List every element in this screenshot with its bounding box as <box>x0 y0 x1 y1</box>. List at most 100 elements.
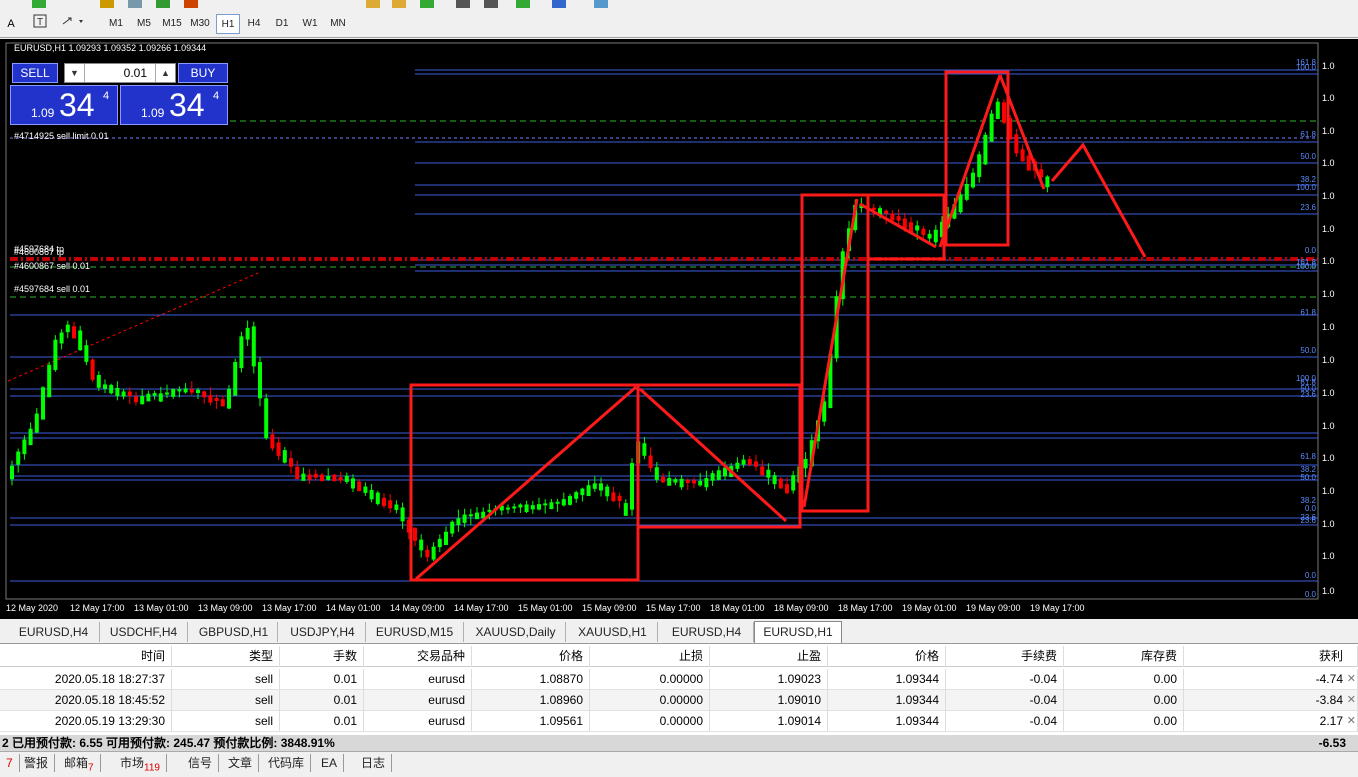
buy-button[interactable]: BUY <box>178 63 228 83</box>
indicators-icon[interactable] <box>516 0 530 8</box>
price-chart[interactable]: #4714925 sell limit 0.01#4597684 tp#4600… <box>0 39 1358 619</box>
toolbar: A T M1 M5 M15 M30 H1 H4 D1 W1 MN <box>0 0 1358 38</box>
candle-body <box>28 428 33 446</box>
price-axis-label: 1.0 <box>1322 61 1335 71</box>
lot-input[interactable]: 0.01 <box>87 64 151 82</box>
candle-body <box>642 443 647 456</box>
lot-stepper[interactable]: ▼ 0.01 ▲ <box>64 63 176 83</box>
candle-body <box>313 473 318 478</box>
buy-price-box[interactable]: 1.09 34 4 <box>120 85 228 125</box>
account-summary: 2 已用预付款: 6.55 可用预付款: 245.47 预付款比例: 3848.… <box>0 735 1358 751</box>
table-row[interactable]: 2020.05.18 18:45:52 sell 0.01 eurusd 1.08960… <box>0 690 1358 711</box>
chart-shift-icon[interactable] <box>456 0 470 8</box>
candle-body <box>375 492 380 505</box>
x-axis-label: 19 May 01:00 <box>902 603 957 613</box>
sell-button[interactable]: SELL <box>12 63 58 83</box>
symbol-tab[interactable]: EURUSD,M15 <box>366 622 464 642</box>
candle-body <box>778 478 783 489</box>
terminal-tab-label: EA <box>321 756 338 770</box>
table-row[interactable]: 2020.05.19 13:29:30 sell 0.01 eurusd 1.09561… <box>0 711 1358 732</box>
autotrade-icon[interactable] <box>184 0 198 8</box>
close-order-icon[interactable]: ✕ <box>1347 690 1356 711</box>
terminal-tab[interactable]: 警报 <box>18 754 56 772</box>
table-cell: 1.09561 <box>472 711 590 732</box>
candle-body <box>189 389 194 393</box>
table-cell: 0.00 <box>1064 711 1184 732</box>
lot-down-button[interactable]: ▼ <box>65 64 85 82</box>
column-header: 价格 <box>472 646 590 667</box>
lot-up-button[interactable]: ▲ <box>155 64 175 82</box>
symbol-tab[interactable]: EURUSD,H4 <box>660 622 754 642</box>
timeframe-m1[interactable]: M1 <box>104 14 128 34</box>
zoom-out-icon[interactable] <box>392 0 406 8</box>
terminal-tab[interactable]: 市场119 <box>114 754 167 773</box>
candle-body <box>47 364 52 398</box>
chart-window[interactable]: #4714925 sell limit 0.01 #4597684 tp #4600… <box>0 39 1358 619</box>
x-axis-label: 15 May 01:00 <box>518 603 573 613</box>
annotation-arrow <box>638 387 788 523</box>
zoom-in-icon[interactable] <box>366 0 380 8</box>
timeframe-h1[interactable]: H1 <box>216 14 240 34</box>
symbol-tab[interactable]: XAUUSD,H1 <box>568 622 658 642</box>
strategy-icon[interactable] <box>156 0 170 8</box>
column-header: 交易品种 <box>364 646 472 667</box>
close-order-icon[interactable]: ✕ <box>1347 711 1356 732</box>
new-order-icon[interactable] <box>32 0 46 8</box>
candle-body <box>995 101 1000 120</box>
templates-icon[interactable] <box>594 0 608 8</box>
timeframe-h4[interactable]: H4 <box>242 14 266 34</box>
navigator-icon[interactable] <box>100 0 114 8</box>
candle-body <box>388 500 393 509</box>
text-tool-icon[interactable]: A <box>4 14 18 34</box>
tile-icon[interactable] <box>420 0 434 8</box>
timeframe-w1[interactable]: W1 <box>298 14 322 34</box>
timeframe-mn[interactable]: MN <box>326 14 350 34</box>
candle-body <box>679 478 684 488</box>
candle-body <box>115 387 120 397</box>
periods-icon[interactable] <box>552 0 566 8</box>
timeframe-m30[interactable]: M30 <box>188 14 212 34</box>
timeframe-m5[interactable]: M5 <box>132 14 156 34</box>
terminal-tab[interactable]: EA <box>315 754 345 772</box>
timeframe-d1[interactable]: D1 <box>270 14 294 34</box>
candle-body <box>134 396 138 403</box>
x-axis-label: 13 May 09:00 <box>198 603 253 613</box>
candle-body <box>301 473 306 481</box>
table-cell: 2020.05.19 13:29:30 <box>0 711 172 732</box>
table-cell: 2020.05.18 18:45:52 <box>0 690 172 711</box>
buy-price-big: 34 <box>169 87 205 123</box>
candle-body <box>202 391 207 398</box>
symbol-tab[interactable]: GBPUSD,H1 <box>190 622 278 642</box>
column-header: 库存费 <box>1064 646 1184 667</box>
terminal-tab-label: 文章 <box>228 756 253 770</box>
terminal-icon[interactable] <box>128 0 142 8</box>
candle-body <box>921 228 926 235</box>
autoscroll-icon[interactable] <box>484 0 498 8</box>
arrows-tool-icon[interactable] <box>60 14 88 34</box>
table-row[interactable]: 2020.05.18 18:27:37 sell 0.01 eurusd 1.08870… <box>0 669 1358 690</box>
symbol-tab[interactable]: USDCHF,H4 <box>100 622 188 642</box>
terminal-tab[interactable]: 文章 <box>222 754 260 772</box>
candle-body <box>710 473 715 481</box>
terminal-tab[interactable]: 日志 <box>355 754 393 772</box>
terminal-tab[interactable]: 代码库 <box>262 754 312 772</box>
close-order-icon[interactable]: ✕ <box>1347 669 1356 690</box>
candle-body <box>896 216 901 221</box>
symbol-tab[interactable]: USDJPY,H4 <box>280 622 366 642</box>
terminal-tab[interactable]: 信号 <box>182 754 220 772</box>
candle-body <box>10 465 14 480</box>
candle-body <box>1026 155 1031 171</box>
fib-label: 0.0 <box>1305 590 1317 599</box>
symbol-tab[interactable]: EURUSD,H1 <box>754 621 842 643</box>
terminal-tab[interactable]: 邮箱7 <box>58 754 101 773</box>
table-cell: sell <box>172 669 280 690</box>
terminal-tab[interactable]: 7 <box>0 754 20 772</box>
candle-body <box>22 439 27 455</box>
sell-price-box[interactable]: 1.09 34 4 <box>10 85 118 125</box>
table-cell: 0.00 <box>1064 669 1184 690</box>
timeframe-m15[interactable]: M15 <box>160 14 184 34</box>
candle-body <box>245 327 250 340</box>
symbol-tab[interactable]: XAUUSD,Daily <box>466 622 566 642</box>
label-tool-icon[interactable]: T <box>32 14 48 34</box>
symbol-tab[interactable]: EURUSD,H4 <box>8 622 100 642</box>
